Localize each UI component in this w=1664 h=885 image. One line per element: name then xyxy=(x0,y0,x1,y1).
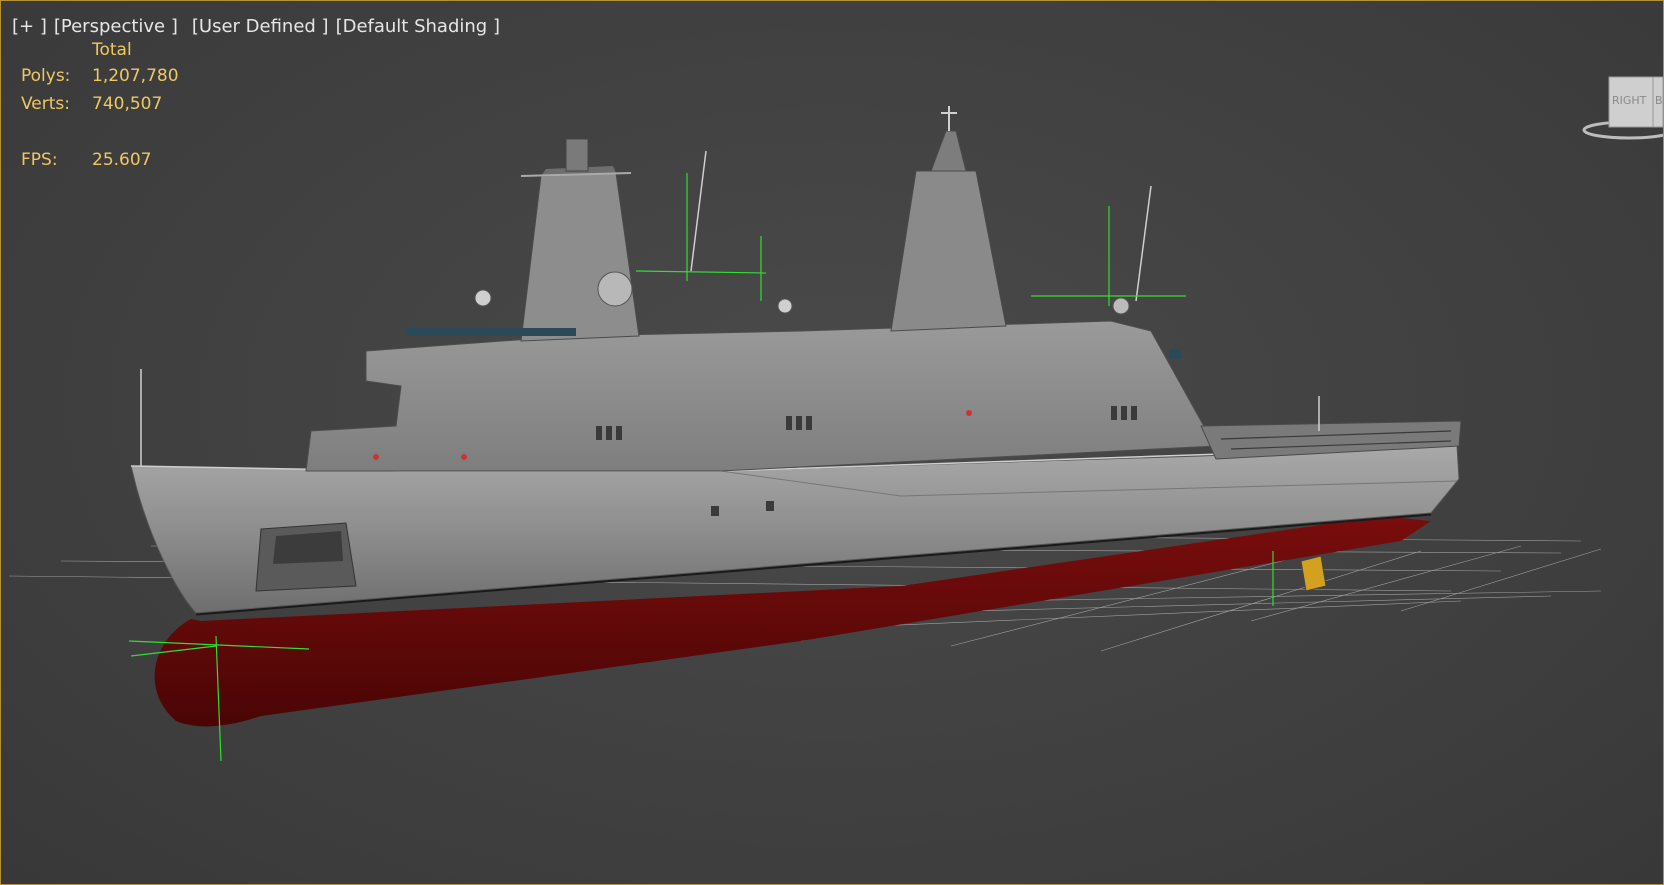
stats-verts-label: Verts: xyxy=(21,94,71,114)
stats-polys-value: 1,207,780 xyxy=(92,66,179,86)
stats-verts-value: 740,507 xyxy=(92,94,163,114)
viewport-shading-menu[interactable]: [Default Shading ] xyxy=(336,16,500,37)
viewport-lighting-menu[interactable]: [User Defined ] xyxy=(192,16,329,37)
viewport-menu-button[interactable]: [+ ] xyxy=(12,16,47,37)
stats-fps-label: FPS: xyxy=(21,150,58,170)
viewcube[interactable]: RIGHT BA xyxy=(1579,72,1663,142)
propeller xyxy=(1300,555,1327,592)
aft-mast xyxy=(890,170,1007,332)
viewcube-right-label: RIGHT xyxy=(1612,94,1647,107)
viewcube-back-label: BA xyxy=(1655,94,1663,107)
stats-fps-value: 25.607 xyxy=(92,150,152,170)
perspective-viewport[interactable]: [+ ] [Perspective ] [User Defined ] [Def… xyxy=(0,0,1664,885)
superstructure xyxy=(305,320,1217,472)
ship-3d-scene[interactable] xyxy=(1,1,1663,884)
forward-mast xyxy=(520,172,640,342)
viewport-point-of-view-menu[interactable]: [Perspective ] xyxy=(54,16,178,37)
stats-total-header: Total xyxy=(92,40,132,60)
viewport-label-bar: [+ ] [Perspective ] [User Defined ] [Def… xyxy=(12,15,500,37)
stats-polys-label: Polys: xyxy=(21,66,71,86)
